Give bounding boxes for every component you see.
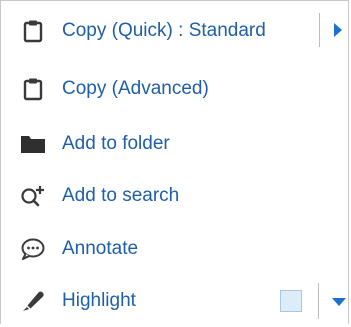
folder-icon	[20, 131, 46, 157]
menu-item-label: Add to search	[62, 185, 180, 206]
menu-item-annotate[interactable]: Annotate	[1, 223, 348, 275]
speech-bubble-icon	[20, 236, 46, 262]
chevron-down-icon[interactable]	[332, 298, 346, 306]
menu-item-add-to-folder[interactable]: Add to folder	[1, 118, 348, 170]
menu-item-label: Annotate	[62, 238, 139, 259]
dropdown-divider	[318, 283, 319, 319]
menu-item-copy-advanced[interactable]: Copy (Advanced)	[1, 63, 348, 115]
menu-item-label: Copy (Advanced)	[62, 78, 209, 99]
menu-item-label: Add to folder	[62, 133, 170, 154]
menu-item-add-to-search[interactable]: Add to search	[1, 170, 348, 222]
submenu-divider	[319, 13, 320, 47]
clipboard-icon	[20, 18, 46, 44]
menu-item-label: Highlight	[62, 290, 136, 311]
submenu-arrow-icon[interactable]	[334, 23, 342, 37]
menu-item-label: Copy (Quick) : Standard	[62, 20, 266, 41]
menu-item-copy-quick[interactable]: Copy (Quick) : Standard	[1, 5, 348, 57]
highlighter-icon	[20, 288, 46, 314]
context-menu: Copy (Quick) : Standard Copy (Advanced) …	[0, 0, 349, 324]
clipboard-icon	[20, 76, 46, 102]
search-plus-icon	[20, 183, 46, 209]
highlight-color-swatch[interactable]	[280, 290, 302, 312]
